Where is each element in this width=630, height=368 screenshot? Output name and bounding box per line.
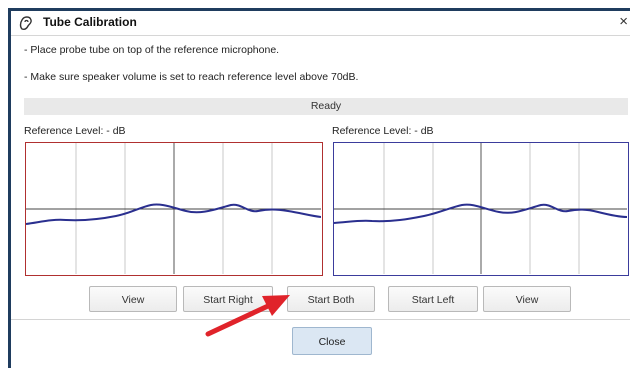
view-right-button[interactable]: View: [483, 286, 571, 312]
close-button[interactable]: Close: [292, 327, 372, 355]
instruction-line-1: - Place probe tube on top of the referen…: [24, 44, 280, 56]
status-bar: Ready: [24, 98, 628, 115]
tube-calibration-dialog: Tube Calibration × - Place probe tube on…: [8, 8, 630, 368]
title-bar: Tube Calibration ×: [11, 11, 630, 36]
view-left-button[interactable]: View: [89, 286, 177, 312]
right-reference-level-label: Reference Level: - dB: [332, 125, 434, 137]
right-chart-plot: [334, 143, 627, 274]
footer-separator: [11, 319, 630, 320]
left-reference-level-label: Reference Level: - dB: [24, 125, 126, 137]
ear-icon: [19, 16, 32, 30]
start-both-button[interactable]: Start Both: [287, 286, 375, 312]
instruction-line-2: - Make sure speaker volume is set to rea…: [24, 71, 359, 83]
left-chart-plot: [26, 143, 321, 274]
left-response-chart: [25, 142, 323, 276]
start-left-button[interactable]: Start Left: [388, 286, 478, 312]
start-right-button[interactable]: Start Right: [183, 286, 273, 312]
window-title: Tube Calibration: [43, 15, 137, 29]
close-icon[interactable]: ×: [619, 13, 628, 30]
right-response-chart: [333, 142, 629, 276]
